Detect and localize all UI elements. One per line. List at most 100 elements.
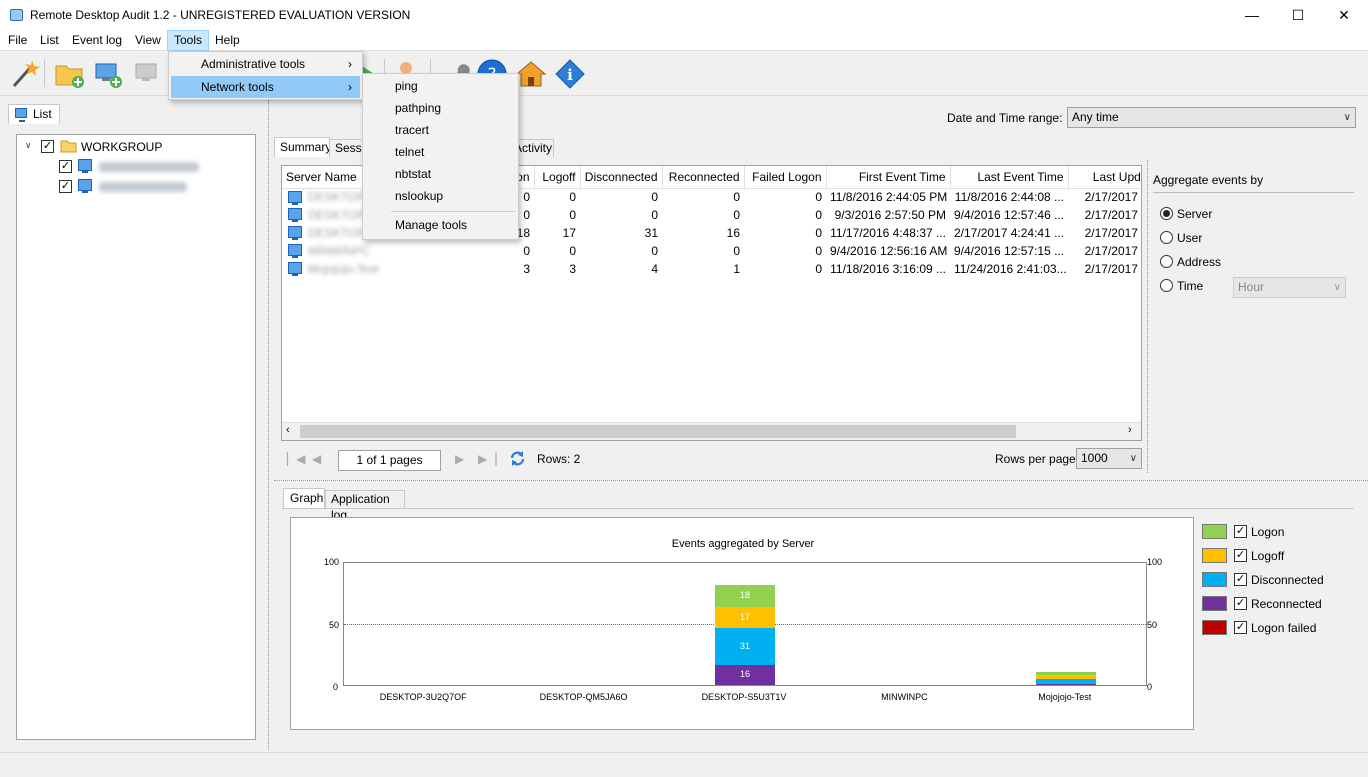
menu-help[interactable]: Help	[209, 30, 246, 51]
legend-checkbox[interactable]: ✓	[1234, 621, 1247, 634]
col-failed-logon[interactable]: Failed Logon	[744, 166, 827, 189]
cell-recon[interactable]: 0	[662, 188, 744, 206]
panel-splitter[interactable]	[268, 100, 269, 750]
legend-checkbox[interactable]: ✓	[1234, 549, 1247, 562]
cell-upd[interactable]: 2/17/2017 4:2	[1068, 242, 1141, 260]
cell-recon[interactable]: 0	[662, 242, 744, 260]
tree-item-server-1[interactable]	[99, 162, 199, 172]
cell-upd[interactable]: 2/17/2017 4:2	[1068, 260, 1141, 278]
radio-address-label[interactable]: Address	[1177, 255, 1221, 269]
col-last-event-time[interactable]: Last Event Time	[950, 166, 1069, 189]
workgroup-checkbox[interactable]: ✓	[41, 140, 54, 153]
col-reconnected[interactable]: Reconnected	[662, 166, 745, 189]
col-last-update[interactable]: Last Update	[1068, 166, 1141, 189]
radio-time[interactable]	[1160, 279, 1173, 292]
rows-per-page-select[interactable]: 1000 ∨	[1076, 448, 1142, 469]
tab-application-log[interactable]: Application log	[325, 490, 405, 522]
cell-logon[interactable]: 3	[482, 260, 534, 278]
cell-last[interactable]: 9/4/2016 12:57:46 ...	[950, 206, 1068, 224]
cell-last[interactable]: 9/4/2016 12:57:15 ...	[950, 242, 1068, 260]
cell-recon[interactable]: 16	[662, 224, 744, 242]
cell-logoff[interactable]: 17	[534, 224, 580, 242]
table-row[interactable]: Mojojojo-Test 3 3 4 1 0 11/18/2016 3:16:09 ...…	[282, 260, 1141, 278]
cell-disc[interactable]: 4	[580, 260, 662, 278]
minimize-button[interactable]: —	[1229, 0, 1275, 30]
cell-logon[interactable]: 0	[482, 242, 534, 260]
cell-first[interactable]: 11/8/2016 2:44:05 PM	[826, 188, 950, 206]
scroll-right-icon[interactable]: ›	[1128, 424, 1132, 436]
next-page-icon[interactable]: ▶	[455, 452, 464, 466]
collapse-chevron-icon[interactable]: ∨	[25, 140, 32, 151]
page-indicator[interactable]: 1 of 1 pages	[338, 450, 441, 471]
cell-failed[interactable]: 0	[744, 206, 826, 224]
server-checkbox-1[interactable]: ✓	[59, 160, 72, 173]
radio-user[interactable]	[1160, 231, 1173, 244]
menu-item-telnet[interactable]: telnet	[365, 141, 516, 163]
tab-graph[interactable]: Graph	[283, 488, 325, 508]
menu-file[interactable]: File	[2, 30, 33, 51]
menu-item-tracert[interactable]: tracert	[365, 119, 516, 141]
table-row[interactable]: MINWINPC 0 0 0 0 0 9/4/2016 12:56:16 AM 9/4/201…	[282, 242, 1141, 260]
cell-logoff[interactable]: 3	[534, 260, 580, 278]
menu-item-administrative-tools[interactable]: Administrative tools ›	[171, 53, 360, 75]
cell-disc[interactable]: 0	[580, 242, 662, 260]
menu-item-nbtstat[interactable]: nbtstat	[365, 163, 516, 185]
menu-list[interactable]: List	[34, 30, 65, 51]
add-folder-icon[interactable]	[54, 58, 86, 90]
cell-logoff[interactable]: 0	[534, 206, 580, 224]
magic-wand-icon[interactable]	[8, 58, 40, 90]
cell-server-name[interactable]: Mojojojo-Test	[282, 260, 482, 278]
info-icon[interactable]: i	[554, 58, 586, 90]
home-icon[interactable]	[515, 58, 547, 90]
scroll-left-icon[interactable]: ‹	[286, 424, 290, 436]
horizontal-splitter[interactable]	[274, 480, 1368, 481]
horizontal-scrollbar[interactable]: ‹ ›	[282, 422, 1141, 440]
prev-page-icon[interactable]: ◀	[312, 452, 321, 466]
maximize-button[interactable]: ☐	[1275, 0, 1321, 30]
radio-time-label[interactable]: Time	[1177, 279, 1203, 293]
cell-first[interactable]: 9/4/2016 12:56:16 AM	[826, 242, 950, 260]
legend-checkbox[interactable]: ✓	[1234, 597, 1247, 610]
cell-failed[interactable]: 0	[744, 260, 826, 278]
cell-first[interactable]: 11/17/2016 4:48:37 ...	[826, 224, 950, 242]
menu-event-log[interactable]: Event log	[66, 30, 128, 51]
first-page-icon[interactable]: ▏◀	[287, 452, 305, 466]
cell-failed[interactable]: 0	[744, 224, 826, 242]
cell-last[interactable]: 11/24/2016 2:41:03...	[950, 260, 1068, 278]
server-checkbox-2[interactable]: ✓	[59, 180, 72, 193]
cell-last[interactable]: 11/8/2016 2:44:08 ...	[950, 188, 1068, 206]
cell-disc[interactable]: 0	[580, 188, 662, 206]
time-granularity-select[interactable]: Hour ∨	[1233, 277, 1346, 298]
cell-server-name[interactable]: MINWINPC	[282, 242, 482, 260]
tab-summary[interactable]: Summary	[274, 137, 331, 157]
date-range-select[interactable]: Any time ∨	[1067, 107, 1356, 128]
legend-checkbox[interactable]: ✓	[1234, 525, 1247, 538]
cell-first[interactable]: 9/3/2016 2:57:50 PM	[826, 206, 950, 224]
cell-recon[interactable]: 0	[662, 206, 744, 224]
menu-item-nslookup[interactable]: nslookup	[365, 185, 516, 207]
menu-tools[interactable]: Tools	[167, 30, 210, 51]
close-button[interactable]: ✕	[1321, 0, 1367, 30]
cell-last[interactable]: 2/17/2017 4:24:41 ...	[950, 224, 1068, 242]
menu-item-manage-tools[interactable]: Manage tools	[365, 214, 516, 236]
refresh-icon[interactable]	[509, 450, 526, 467]
radio-address[interactable]	[1160, 255, 1173, 268]
cell-disc[interactable]: 31	[580, 224, 662, 242]
menu-item-ping[interactable]: ping	[365, 75, 516, 97]
col-first-event-time[interactable]: First Event Time	[826, 166, 951, 189]
cell-upd[interactable]: 2/17/2017 4:2	[1068, 224, 1141, 242]
tab-list[interactable]: List	[8, 104, 60, 124]
radio-server[interactable]	[1160, 207, 1173, 220]
tree-item-workgroup[interactable]: WORKGROUP	[81, 140, 162, 154]
radio-server-label[interactable]: Server	[1177, 207, 1212, 221]
cell-failed[interactable]: 0	[744, 188, 826, 206]
col-disconnected[interactable]: Disconnected	[580, 166, 663, 189]
cell-failed[interactable]: 0	[744, 242, 826, 260]
col-logoff[interactable]: Logoff	[534, 166, 581, 189]
cell-disc[interactable]: 0	[580, 206, 662, 224]
add-computer-icon[interactable]	[92, 58, 124, 90]
menu-view[interactable]: View	[129, 30, 167, 51]
last-page-icon[interactable]: ▶▕	[478, 452, 496, 466]
cell-recon[interactable]: 1	[662, 260, 744, 278]
tree-item-server-2[interactable]	[99, 182, 187, 192]
